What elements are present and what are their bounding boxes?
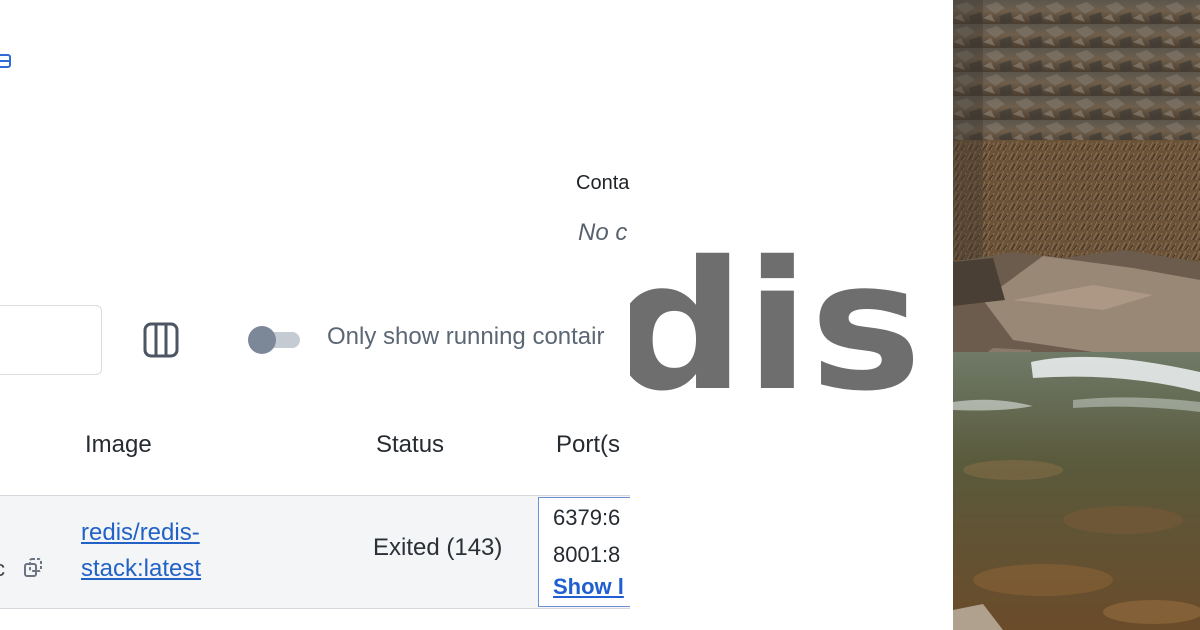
status-text: Exited (143): [373, 534, 503, 561]
river-photo: [953, 0, 1200, 630]
redis-wordmark: dis: [630, 0, 953, 630]
wordmark-svg: dis: [630, 223, 922, 430]
container-id-fragment: c: [0, 556, 5, 582]
river-photo-image: [953, 0, 1200, 630]
column-header-status[interactable]: Status: [376, 431, 444, 459]
containers-stat-label: Conta: [576, 172, 630, 194]
running-only-toggle[interactable]: [248, 325, 300, 354]
containers-view: Conta No c Only show running contair Ima…: [0, 0, 630, 630]
containers-stat-value: No c: [578, 219, 628, 246]
running-toggle-label: Only show running contair: [327, 323, 605, 350]
copy-icon[interactable]: [22, 556, 44, 580]
show-ports-link[interactable]: Show l: [553, 574, 624, 600]
column-header-image[interactable]: Image: [85, 431, 152, 459]
search-input[interactable]: [0, 305, 102, 375]
container-icon[interactable]: [0, 50, 14, 72]
image-link-line-1: redis/redis-: [81, 519, 200, 546]
toggle-knob: [248, 326, 276, 354]
image-link[interactable]: redis/redis- stack:latest: [81, 515, 201, 587]
port-mapping: 8001:8: [553, 542, 621, 567]
column-header-ports[interactable]: Port(s: [556, 431, 620, 459]
image-link-line-2: stack:latest: [81, 555, 202, 582]
wordmark-text: dis: [630, 223, 922, 430]
columns-icon[interactable]: [141, 320, 181, 360]
ports-cell: 6379:6 8001:8 Show l: [538, 497, 630, 607]
port-mapping: 6379:6: [553, 505, 621, 530]
